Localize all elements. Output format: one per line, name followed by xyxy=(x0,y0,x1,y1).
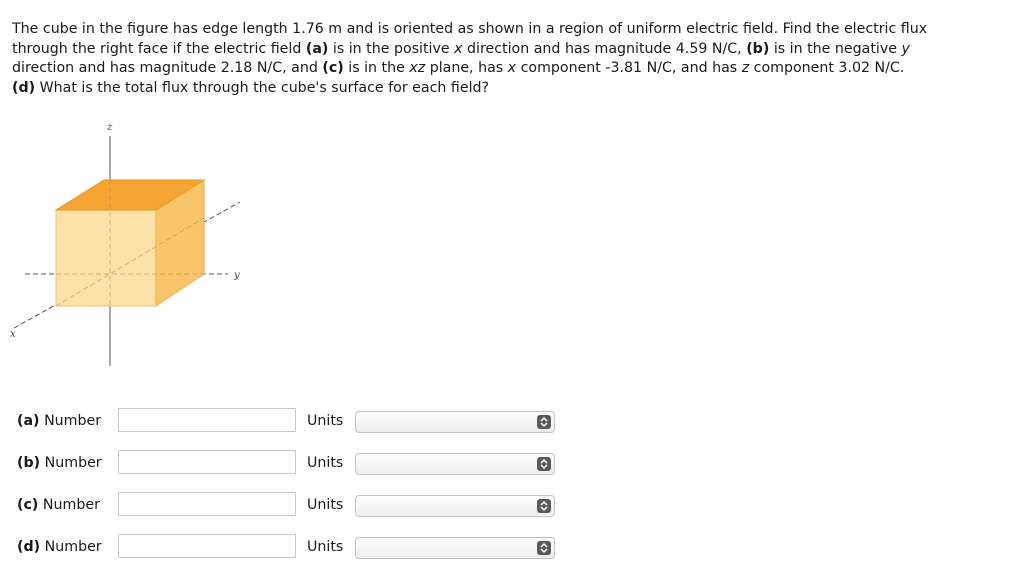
answer-row-a: (a) Number Units xyxy=(17,408,577,440)
question-line-3: direction and has magnitude 2.18 N/C, an… xyxy=(12,60,905,76)
cube-front-face xyxy=(55,209,157,307)
chevron-updown-icon xyxy=(537,415,551,429)
units-label-b: Units xyxy=(307,455,344,471)
chevron-updown-icon xyxy=(537,457,551,471)
question-line-1: The cube in the figure has edge length 1… xyxy=(12,21,928,37)
chevron-updown-icon xyxy=(537,499,551,513)
units-label-a: Units xyxy=(307,413,344,429)
answer-row-c: (c) Number Units xyxy=(17,492,577,524)
question-line-4: (d) What is the total flux through the c… xyxy=(12,79,490,96)
number-input-a[interactable] xyxy=(118,408,296,432)
chevron-updown-icon xyxy=(537,541,551,555)
answer-row-b: (b) Number Units xyxy=(17,450,577,482)
answer-label-d: (d) Number xyxy=(17,539,102,555)
answer-row-d: (d) Number Units xyxy=(17,534,577,566)
y-axis-label: y xyxy=(233,270,240,281)
answer-label-a: (a) Number xyxy=(17,413,102,429)
number-input-d[interactable] xyxy=(118,534,296,558)
units-label-c: Units xyxy=(307,497,344,513)
answer-label-c: (c) Number xyxy=(17,497,100,513)
z-axis-label: z xyxy=(106,122,113,133)
units-select-c[interactable] xyxy=(355,495,555,517)
question-line-2: through the right face if the electric f… xyxy=(12,40,910,57)
units-select-b[interactable] xyxy=(355,453,555,475)
cube-figure: z y x xyxy=(0,108,260,378)
units-select-a[interactable] xyxy=(355,411,555,433)
number-input-b[interactable] xyxy=(118,450,296,474)
answer-label-b: (b) Number xyxy=(17,455,102,471)
question-text: The cube in the figure has edge length 1… xyxy=(12,20,1012,98)
x-axis-label: x xyxy=(10,329,16,340)
units-select-d[interactable] xyxy=(355,537,555,559)
units-label-d: Units xyxy=(307,539,344,555)
cube-diagram: z y x xyxy=(10,122,241,366)
number-input-c[interactable] xyxy=(118,492,296,516)
